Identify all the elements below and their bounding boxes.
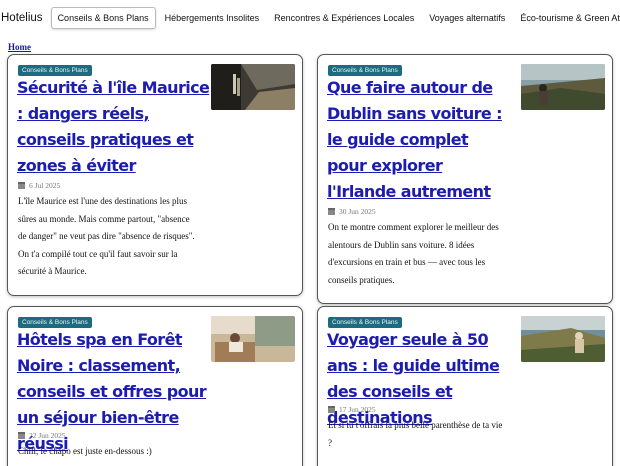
article-card[interactable]: Conseils & Bons Plans Hôtels spa en Forê… (7, 306, 303, 466)
nav-item-conseils[interactable]: Conseils & Bons Plans (50, 7, 156, 29)
date-text: 22 Jun 2025 (29, 431, 66, 440)
top-navigation: Hotelius Conseils & Bons Plans Hébergeme… (0, 0, 620, 36)
article-card[interactable]: Conseils & Bons Plans Voyager seule à 50… (317, 306, 613, 466)
article-thumbnail[interactable] (521, 64, 605, 110)
date-text: 6 Jul 2025 (29, 181, 61, 190)
article-excerpt: L'île Maurice est l'une des destinations… (18, 196, 195, 276)
article-card[interactable]: Conseils & Bons Plans Que faire autour d… (317, 54, 613, 304)
calendar-icon (18, 432, 25, 439)
article-card[interactable]: Conseils & Bons Plans Sécurité à l'île M… (7, 54, 303, 296)
article-title[interactable]: Que faire autour de Dublin sans voiture … (327, 75, 503, 205)
article-excerpt: Chill, le chapo est juste en-dessous :) (18, 446, 152, 456)
date-text: 17 Jun 2025 (339, 405, 376, 414)
article-date: 17 Jun 2025 (328, 405, 376, 414)
article-title[interactable]: Voyager seule à 50 ans : le guide ultime… (327, 327, 507, 431)
article-title[interactable]: Sécurité à l'île Maurice : dangers réels… (17, 75, 217, 179)
article-thumbnail[interactable] (211, 64, 295, 110)
nav-item-rencontres[interactable]: Rencontres & Expériences Locales (268, 8, 420, 28)
calendar-icon (328, 406, 335, 413)
date-text: 30 Jun 2025 (339, 207, 376, 216)
article-thumbnail[interactable] (521, 316, 605, 362)
article-date: 30 Jun 2025 (328, 207, 376, 216)
calendar-icon (18, 182, 25, 189)
breadcrumb-home[interactable]: Home (8, 42, 31, 52)
site-logo[interactable]: Hotelius (1, 12, 43, 24)
article-thumbnail[interactable] (211, 316, 295, 362)
article-date: 22 Jun 2025 (18, 431, 66, 440)
nav-item-voyages[interactable]: Voyages alternatifs (423, 8, 511, 28)
article-date: 6 Jul 2025 (18, 181, 60, 190)
article-excerpt: Et si tu t'offrais la plus belle parenth… (328, 420, 503, 448)
nav-item-eco-tourisme[interactable]: Éco-tourisme & Green Attitude (514, 8, 620, 28)
calendar-icon (328, 208, 335, 215)
nav-item-hebergements[interactable]: Hébergements Insolites (159, 8, 266, 28)
article-excerpt: On te montre comment explorer le meilleu… (328, 222, 499, 285)
